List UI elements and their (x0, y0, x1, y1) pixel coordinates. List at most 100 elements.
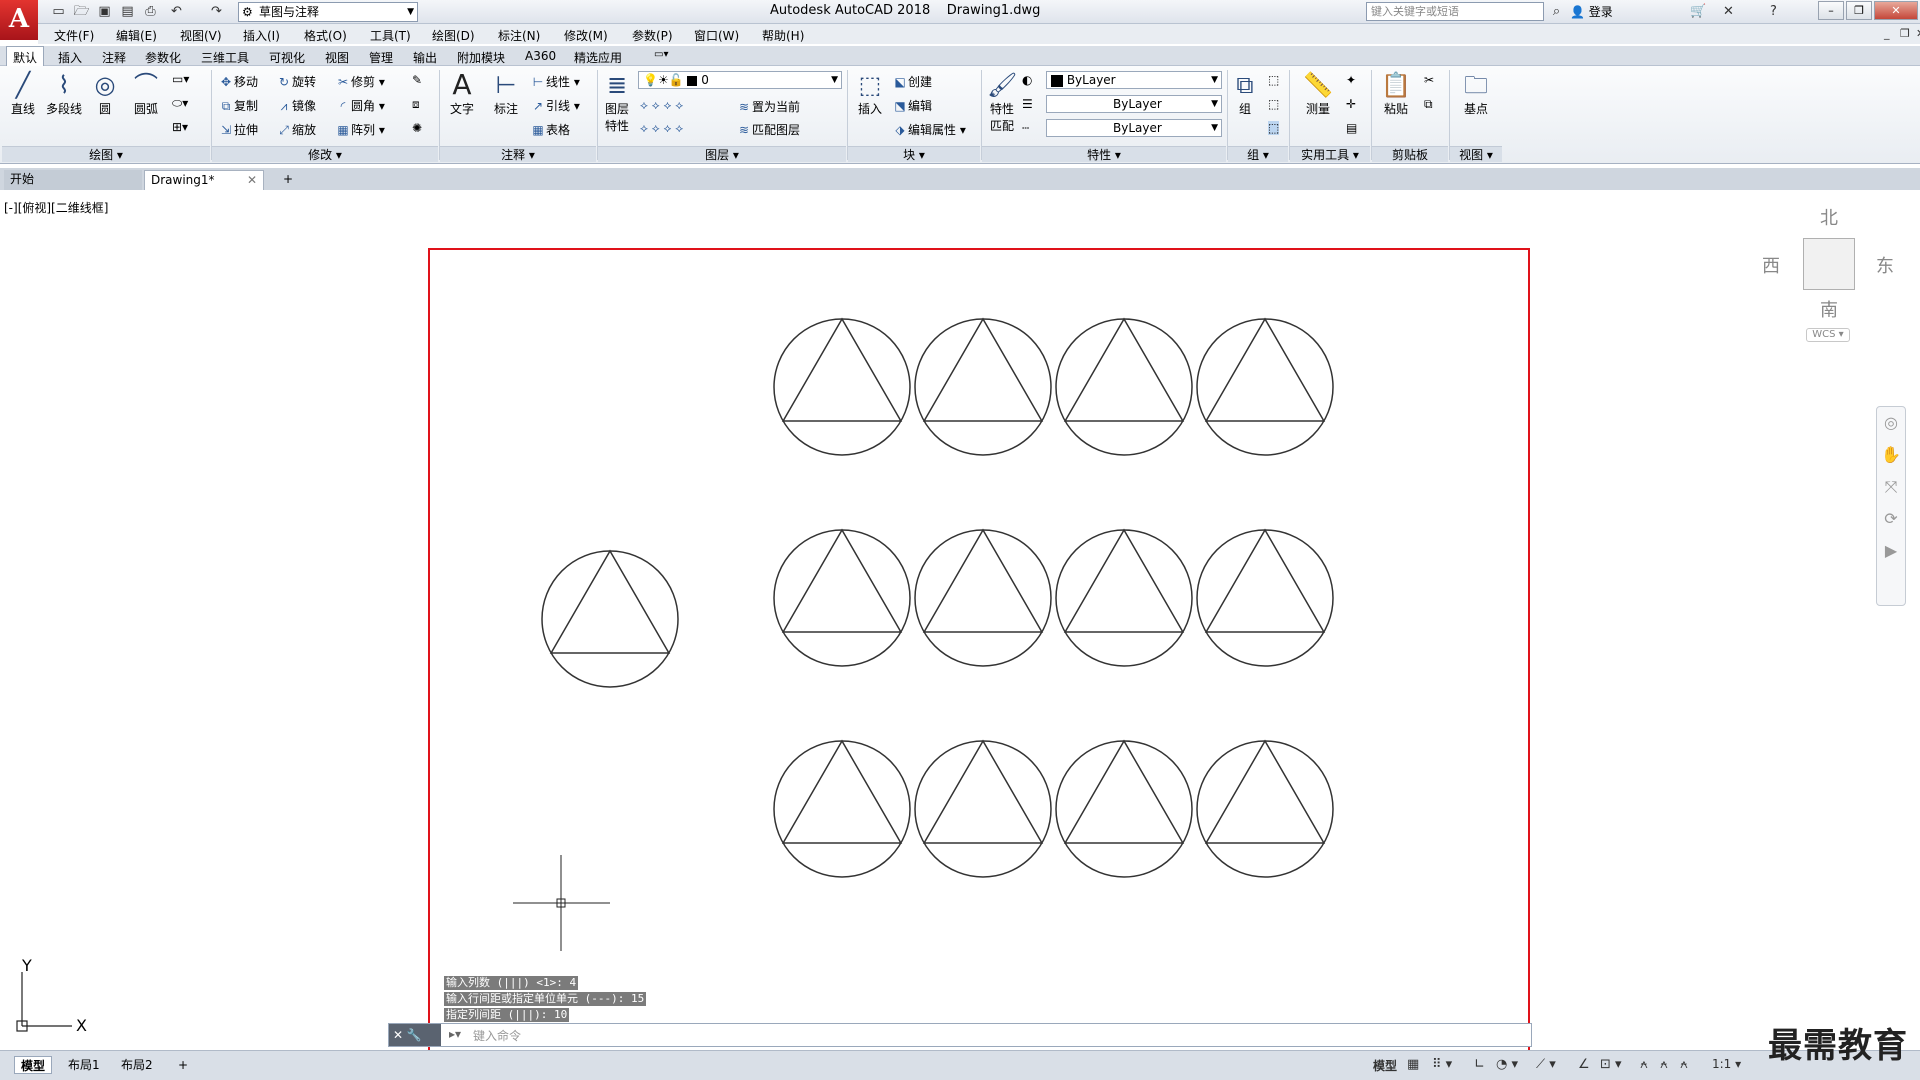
close-icon[interactable]: ✕ (247, 171, 257, 189)
open-file-icon[interactable]: 🗁 (73, 3, 90, 20)
tab-a360[interactable]: A360 (525, 49, 556, 63)
text-tool-button[interactable]: A 文字 (444, 70, 480, 117)
layer-tools-row-2[interactable]: ⟡ ⟡ ⟡ ⟡ (640, 121, 683, 136)
ortho-icon[interactable]: ∟ (1474, 1057, 1485, 1072)
autocad-logo-button[interactable]: A (0, 0, 38, 40)
south-label[interactable]: 南 (1820, 296, 1838, 322)
menu-view[interactable]: 视图(V) (180, 27, 222, 44)
menu-tools[interactable]: 工具(T) (370, 27, 411, 44)
tab-view[interactable]: 视图 (325, 49, 349, 66)
quick-select-icon[interactable]: ✦ (1346, 73, 1356, 87)
menu-modify[interactable]: 修改(M) (564, 27, 608, 44)
measure-button[interactable]: 📏 测量 (1300, 70, 1336, 117)
copy-button[interactable]: ⧉ 复制 (218, 97, 258, 114)
block-panel-title[interactable]: 块 ▾ (848, 146, 980, 162)
layout2-tab[interactable]: 布局2 (115, 1056, 159, 1074)
menu-insert[interactable]: 插入(I) (243, 27, 280, 44)
object-snap-tracking-icon[interactable]: ∠ (1578, 1057, 1590, 1072)
trim-button[interactable]: ✂ 修剪 ▾ (335, 73, 385, 90)
match-layer-button[interactable]: ≋ 匹配图层 (736, 121, 800, 138)
explode-icon[interactable]: ✺ (412, 121, 422, 135)
edit-block-button[interactable]: ⬔ 编辑 (892, 97, 932, 114)
circle-tool-button[interactable]: ◎ 圆 (88, 70, 122, 117)
viewcube[interactable]: 北 西 东 南 WCS ▾ (1760, 206, 1900, 366)
north-label[interactable]: 北 (1820, 204, 1838, 230)
hatch-icon[interactable]: ⬭▾ (172, 96, 188, 111)
linetype-select[interactable]: ByLayer ▼ (1046, 95, 1222, 113)
group-edit-icon[interactable]: ⬚ (1268, 97, 1279, 111)
annotation-visibility-icon[interactable]: ⍲ (1640, 1057, 1648, 1072)
drawing-area[interactable]: [-][俯视][二维线框] Y X 北 西 东 南 WCS ▾ ◎ ✋ ⤧ ⟳ … (0, 191, 1920, 1080)
layout1-tab[interactable]: 布局1 (62, 1056, 106, 1074)
match-properties-button[interactable]: 🖌 特性 匹配 (984, 70, 1020, 134)
workspace-select[interactable]: ⚙ 草图与注释 ▼ (238, 2, 418, 22)
minimize-button[interactable]: – (1818, 1, 1844, 20)
steering-wheel-icon[interactable]: ◎ (1877, 407, 1905, 439)
table-button[interactable]: ▦ 表格 (530, 121, 570, 138)
tab-annotate[interactable]: 注释 (102, 49, 126, 66)
set-current-button[interactable]: ≋ 置为当前 (736, 98, 800, 115)
calculator-icon[interactable]: ▤ (1346, 121, 1357, 135)
menu-help[interactable]: 帮助(H) (762, 27, 804, 44)
tab-3d-tools[interactable]: 三维工具 (201, 49, 249, 66)
copy-clip-icon[interactable]: ⧉ (1424, 97, 1433, 112)
draw-panel-title[interactable]: 绘图 ▾ (2, 146, 210, 162)
arc-tool-button[interactable]: ⌒ 圆弧 (126, 70, 166, 117)
menu-draw[interactable]: 绘图(D) (432, 27, 475, 44)
view-panel-title[interactable]: 视图 ▾ (1450, 146, 1502, 162)
menu-edit[interactable]: 编辑(E) (116, 27, 157, 44)
command-line[interactable]: ✕ 🔧 ▸▾ 键入命令 (388, 1023, 1532, 1047)
maximize-button[interactable]: ❐ (1846, 1, 1872, 20)
stretch-button[interactable]: ⇲ 拉伸 (218, 121, 258, 138)
command-prompt-icon[interactable]: ▸▾ (449, 1027, 461, 1041)
drawing1-tab[interactable]: Drawing1* ✕ (144, 170, 264, 190)
save-as-icon[interactable]: ▤ (119, 3, 136, 20)
insert-block-button[interactable]: ⬚ 插入 (852, 70, 888, 117)
group-button[interactable]: ⧉ 组 (1230, 70, 1260, 117)
new-file-icon[interactable]: ▭ (50, 3, 67, 20)
object-snap-icon[interactable]: ⊡ ▾ (1600, 1057, 1622, 1072)
exchange-icon[interactable]: ✕ (1720, 3, 1737, 20)
command-input[interactable]: 键入命令 (473, 1027, 521, 1044)
tab-manage[interactable]: 管理 (369, 49, 393, 66)
mirror-button[interactable]: ⩘ 镜像 (276, 97, 316, 114)
modify-panel-title[interactable]: 修改 ▾ (212, 146, 438, 162)
undo-icon[interactable]: ↶ (168, 3, 185, 20)
ungroup-icon[interactable]: ⬚ (1268, 73, 1279, 87)
menu-parametric[interactable]: 参数(P) (632, 27, 673, 44)
cut-icon[interactable]: ✂ (1424, 73, 1434, 87)
tab-featured-apps[interactable]: 精选应用 (574, 49, 622, 66)
rotate-button[interactable]: ↻ 旋转 (276, 73, 316, 90)
layer-tools-row-1[interactable]: ⟡ ⟡ ⟡ ⟡ (640, 98, 683, 113)
viewcube-top-face[interactable] (1803, 238, 1855, 290)
wrench-icon[interactable]: 🔧 (407, 1028, 422, 1042)
properties-panel-title[interactable]: 特性 ▾ (982, 146, 1226, 162)
print-icon[interactable]: ⎙ (142, 3, 159, 20)
polar-icon[interactable]: ◔ ▾ (1496, 1057, 1518, 1072)
tab-insert[interactable]: 插入 (58, 49, 82, 66)
utilities-panel-title[interactable]: 实用工具 ▾ (1290, 146, 1370, 162)
tab-visualize[interactable]: 可视化 (269, 49, 305, 66)
rectangle-icon[interactable]: ▭▾ (172, 72, 189, 86)
lineweight-select[interactable]: ByLayer ▼ (1046, 119, 1222, 137)
scale-button[interactable]: ⤢ 缩放 (276, 121, 316, 138)
layer-properties-button[interactable]: ≣ 图层 特性 (600, 70, 634, 134)
group-panel-title[interactable]: 组 ▾ (1228, 146, 1288, 162)
menu-format[interactable]: 格式(O) (304, 27, 347, 44)
create-block-button[interactable]: ⬕ 创建 (892, 73, 932, 90)
model-layout-tab[interactable]: 模型 (14, 1056, 53, 1074)
id-point-icon[interactable]: ✛ (1346, 97, 1356, 111)
cart-icon[interactable]: 🛒 (1690, 3, 1707, 20)
color-select[interactable]: ByLayer ▼ (1046, 71, 1222, 89)
wcs-menu[interactable]: WCS ▾ (1806, 328, 1850, 342)
scale-select[interactable]: 1:1 ▾ (1712, 1057, 1741, 1071)
array-button[interactable]: ▦ 阵列 ▾ (335, 121, 385, 138)
tab-default[interactable]: 默认 (6, 46, 45, 67)
doc-minimize-button[interactable]: _ (1884, 27, 1890, 40)
pan-icon[interactable]: ✋ (1877, 439, 1905, 471)
start-tab[interactable]: 开始 (4, 170, 142, 190)
west-label[interactable]: 西 (1762, 252, 1780, 278)
zoom-extents-icon[interactable]: ⤧ (1877, 471, 1905, 503)
layers-panel-title[interactable]: 图层 ▾ (598, 146, 846, 162)
showmotion-icon[interactable]: ▶ (1877, 535, 1905, 567)
